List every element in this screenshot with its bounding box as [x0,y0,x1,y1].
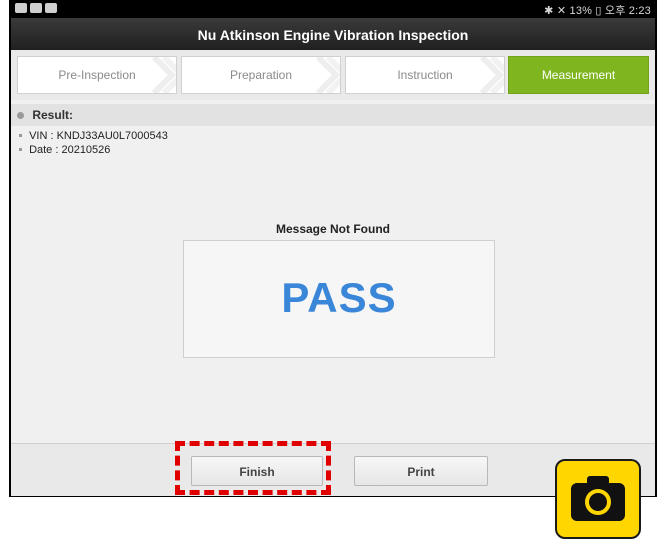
result-header-label: Result: [32,108,74,122]
chevron-right-icon [479,57,504,93]
main-content: Result: VIN : KNDJ33AU0L7000543 Date : 2… [11,100,655,445]
step-label: Pre-Inspection [58,68,136,82]
message-title: Message Not Found [275,222,390,236]
date-line: Date : 20210526 [19,144,110,156]
camera-glyph [571,476,625,521]
chevron-right-icon [151,57,176,93]
verdict-text: PASS [281,274,397,321]
app-notification-icon [30,3,42,13]
step-pre-inspection[interactable]: Pre-Inspection [17,56,177,94]
step-progress-bar: Pre-Inspection Preparation Instruction M… [11,50,655,100]
device-screen: ✱ ✕ 13% ▯ 오후 2:23 Nu Atkinson Engine Vib… [9,0,657,497]
camera-icon[interactable] [555,459,641,539]
print-button[interactable]: Print [354,456,488,486]
bullet-icon [19,148,22,151]
date-value: Date : 20210526 [29,144,111,156]
window-title: Nu Atkinson Engine Vibration Inspection [11,18,655,50]
step-preparation[interactable]: Preparation [181,56,341,94]
step-label: Measurement [541,68,616,82]
step-instruction[interactable]: Instruction [345,56,505,94]
robot-notification-icon [45,3,57,13]
finish-highlight-frame [175,441,331,495]
step-label: Preparation [229,68,293,82]
vin-line: VIN : KNDJ33AU0L7000543 [19,130,168,142]
result-header: Result: [11,104,655,126]
status-icons [15,3,57,13]
verdict-box: PASS [183,240,495,358]
vin-value: VIN : KNDJ33AU0L7000543 [29,130,168,142]
chevron-right-icon [315,57,340,93]
bullet-icon [17,112,24,119]
bullet-icon [19,134,22,137]
step-measurement[interactable]: Measurement [508,56,649,94]
status-bar: ✱ ✕ 13% ▯ 오후 2:23 [11,0,655,18]
status-right: ✱ ✕ 13% ▯ 오후 2:23 [544,5,651,17]
gallery-notification-icon [15,3,27,13]
step-label: Instruction [397,68,453,82]
